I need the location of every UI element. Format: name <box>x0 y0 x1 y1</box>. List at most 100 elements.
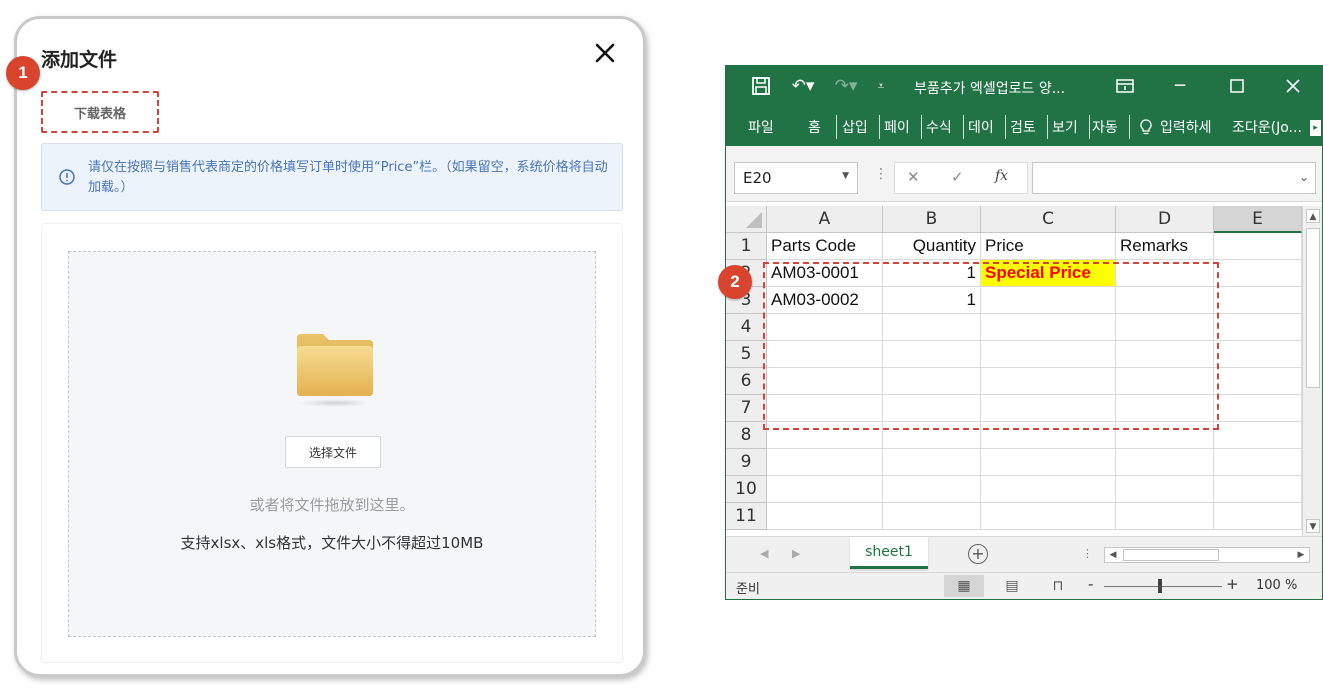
user-account[interactable]: 조다운(Jo... <box>1232 117 1302 137</box>
sheet-tab[interactable]: sheet1 <box>850 537 928 569</box>
cell-d[interactable] <box>1116 314 1214 341</box>
cell-b[interactable]: 1 <box>883 287 981 314</box>
cell-e[interactable] <box>1214 341 1302 368</box>
window-close-icon[interactable] <box>1282 75 1304 97</box>
cell-d[interactable] <box>1116 503 1214 530</box>
download-template-link[interactable]: 下载表格 <box>41 91 159 133</box>
cell-b[interactable] <box>883 341 981 368</box>
cell-e[interactable] <box>1214 476 1302 503</box>
cell-a[interactable]: AM03-0002 <box>767 287 883 314</box>
zoom-in-button[interactable]: + <box>1226 575 1239 593</box>
page-layout-view-icon[interactable]: ▤ <box>992 575 1032 597</box>
cell-e[interactable] <box>1214 368 1302 395</box>
cell-a[interactable] <box>767 395 883 422</box>
cell-a[interactable] <box>767 314 883 341</box>
normal-view-icon[interactable]: ▦ <box>944 575 984 597</box>
scroll-thumb[interactable] <box>1306 228 1320 388</box>
save-icon[interactable] <box>750 75 772 97</box>
file-dropzone[interactable]: 选择文件 或者将文件拖放到这里。 支持xlsx、xls格式，文件大小不得超过10… <box>68 251 596 637</box>
cell-e[interactable] <box>1214 233 1302 260</box>
scroll-right-icon[interactable]: ▶ <box>1293 548 1309 562</box>
tab-view[interactable]: 보기 <box>1052 117 1078 137</box>
cell-d[interactable] <box>1116 260 1214 287</box>
cell-e[interactable] <box>1214 395 1302 422</box>
column-header[interactable]: A <box>767 206 883 233</box>
confirm-entry-icon[interactable]: ✓ <box>951 168 964 186</box>
insert-function-icon[interactable]: fx <box>995 168 1008 184</box>
tab-review[interactable]: 검토 <box>1010 117 1036 137</box>
cell-b[interactable] <box>883 503 981 530</box>
tab-insert[interactable]: 삽입 <box>842 117 868 137</box>
zoom-level[interactable]: 100 % <box>1256 578 1297 593</box>
row-header[interactable]: 8 <box>726 422 767 449</box>
scroll-left-icon[interactable]: ◀ <box>1105 548 1121 562</box>
cell-d[interactable] <box>1116 287 1214 314</box>
cell-c[interactable] <box>981 422 1116 449</box>
cell-d[interactable] <box>1116 422 1214 449</box>
row-header[interactable]: 9 <box>726 449 767 476</box>
cell-b[interactable]: Quantity <box>883 233 981 260</box>
row-header[interactable]: 1 <box>726 233 767 260</box>
formula-input[interactable]: ⌄ <box>1032 162 1316 194</box>
customize-qat-icon[interactable]: ⩡ <box>874 75 888 97</box>
cell-e[interactable] <box>1214 287 1302 314</box>
cell-e[interactable] <box>1214 422 1302 449</box>
cell-c[interactable] <box>981 287 1116 314</box>
cell-c[interactable] <box>981 476 1116 503</box>
tab-data[interactable]: 데이 <box>968 117 994 137</box>
cell-d[interactable]: Remarks <box>1116 233 1214 260</box>
vertical-scrollbar[interactable]: ▲ ▼ <box>1302 206 1322 536</box>
cell-a[interactable] <box>767 449 883 476</box>
tell-me-search[interactable]: 입력하세 <box>1160 117 1212 137</box>
cell-b[interactable] <box>883 395 981 422</box>
zoom-slider-thumb[interactable] <box>1158 579 1162 593</box>
column-header[interactable]: E <box>1214 206 1302 233</box>
cell-e[interactable] <box>1214 449 1302 476</box>
scroll-up-icon[interactable]: ▲ <box>1306 209 1320 223</box>
horizontal-scrollbar[interactable]: ◀ ▶ <box>1104 547 1310 563</box>
cell-c[interactable] <box>981 449 1116 476</box>
cell-a[interactable]: Parts Code <box>767 233 883 260</box>
minimize-icon[interactable]: ─ <box>1170 75 1190 97</box>
cell-d[interactable] <box>1116 476 1214 503</box>
page-break-view-icon[interactable]: ⊓ <box>1038 575 1078 597</box>
zoom-slider-track[interactable] <box>1104 586 1222 587</box>
row-header[interactable]: 6 <box>726 368 767 395</box>
cell-e[interactable] <box>1214 260 1302 287</box>
tab-home[interactable]: 홈 <box>808 117 821 137</box>
tab-automate[interactable]: 자동 <box>1092 117 1118 137</box>
scroll-down-icon[interactable]: ▼ <box>1306 519 1320 533</box>
tab-formulas[interactable]: 수식 <box>926 117 952 137</box>
chevron-down-icon[interactable]: ▼ <box>842 171 849 181</box>
cell-a[interactable] <box>767 503 883 530</box>
column-header[interactable]: D <box>1116 206 1214 233</box>
cell-a[interactable]: AM03-0001 <box>767 260 883 287</box>
cell-b[interactable] <box>883 314 981 341</box>
tab-split-handle-icon[interactable]: ⋮ <box>1082 547 1093 560</box>
choose-file-button[interactable]: 选择文件 <box>285 436 381 468</box>
cell-b[interactable] <box>883 449 981 476</box>
drag-handle-icon[interactable]: ⋮ <box>874 166 888 182</box>
close-icon[interactable] <box>593 41 617 65</box>
column-header[interactable]: C <box>981 206 1116 233</box>
row-header[interactable]: 7 <box>726 395 767 422</box>
add-sheet-icon[interactable]: + <box>968 544 988 564</box>
maximize-icon[interactable] <box>1226 75 1248 97</box>
cell-d[interactable] <box>1116 368 1214 395</box>
cell-c[interactable] <box>981 395 1116 422</box>
cell-a[interactable] <box>767 422 883 449</box>
ribbon-display-icon[interactable] <box>1114 75 1136 97</box>
cell-d[interactable] <box>1116 341 1214 368</box>
row-header[interactable]: 5 <box>726 341 767 368</box>
sheet-prev-icon[interactable]: ◀ <box>760 547 768 560</box>
cell-b[interactable] <box>883 422 981 449</box>
cancel-entry-icon[interactable]: ✕ <box>907 168 920 186</box>
cell-a[interactable] <box>767 341 883 368</box>
expand-formula-icon[interactable]: ⌄ <box>1299 170 1309 184</box>
sheet-next-icon[interactable]: ▶ <box>792 547 800 560</box>
cell-e[interactable] <box>1214 314 1302 341</box>
tab-file[interactable]: 파일 <box>748 117 774 137</box>
hscroll-thumb[interactable] <box>1123 549 1219 561</box>
cell-a[interactable] <box>767 368 883 395</box>
undo-icon[interactable]: ↶▾ <box>788 75 818 97</box>
